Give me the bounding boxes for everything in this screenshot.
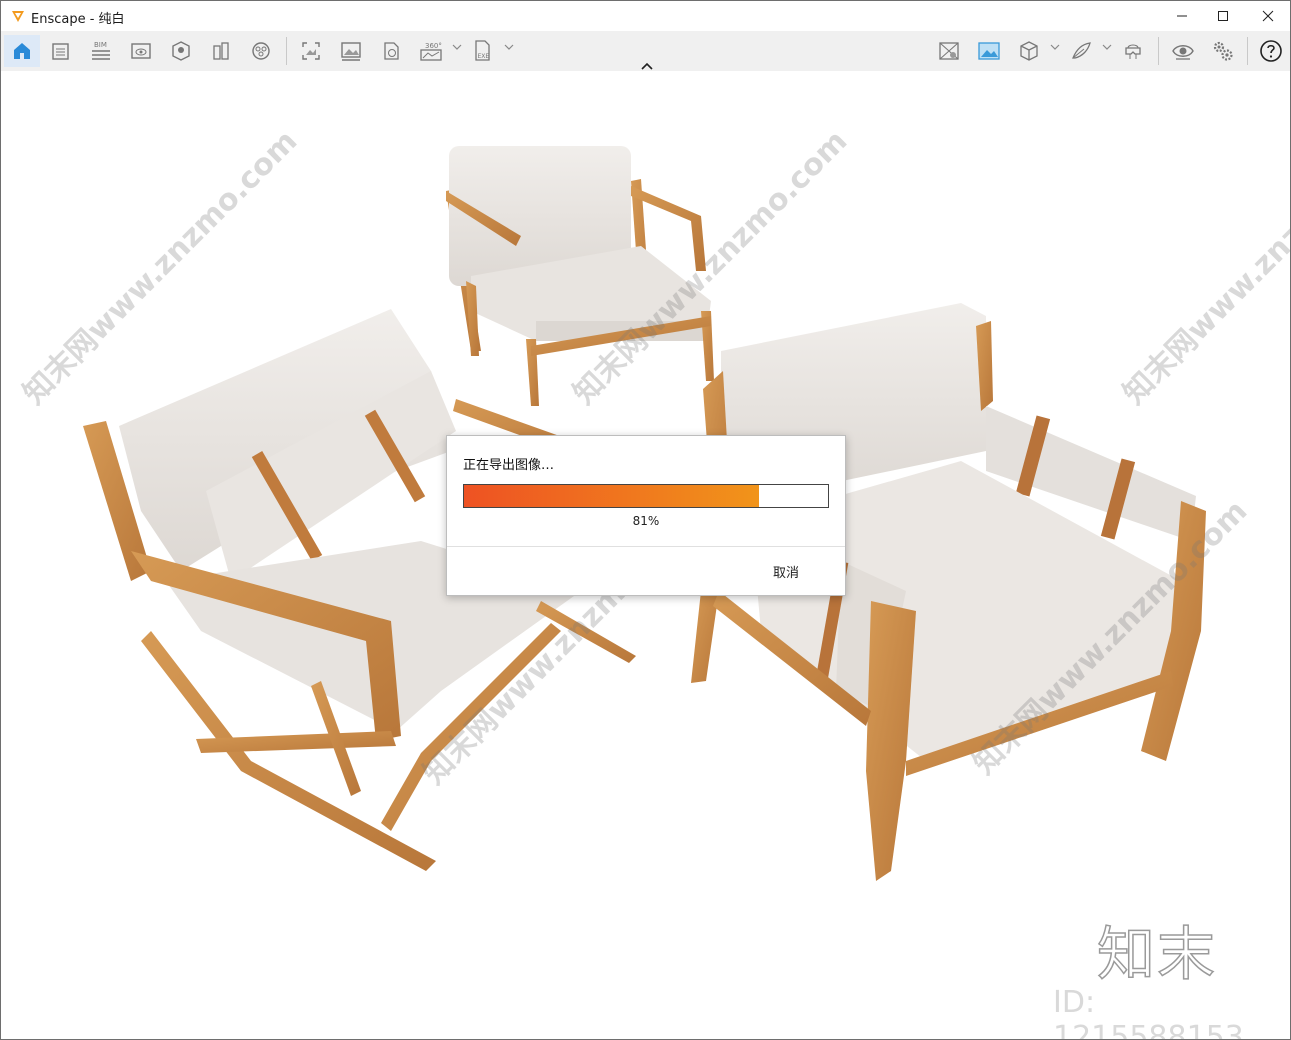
export-progress-bar — [463, 484, 829, 508]
title-bar: Enscape - 纯白 — [1, 1, 1290, 31]
close-icon — [1262, 10, 1274, 22]
feather-icon — [1072, 42, 1091, 59]
export-progress-fill — [464, 485, 759, 507]
exe-export-button[interactable]: EXE — [465, 35, 501, 67]
export-progress-dialog: 正在导出图像… 81% 取消 — [446, 435, 846, 596]
export-progress-percent: 81% — [632, 514, 660, 528]
visibility-button[interactable] — [1165, 35, 1201, 67]
home-icon — [14, 43, 30, 59]
360-panorama-button[interactable]: 360° — [413, 35, 449, 67]
material-editor-button[interactable] — [931, 35, 967, 67]
vr-headset-button[interactable] — [1115, 35, 1151, 67]
minimize-button[interactable] — [1159, 1, 1205, 31]
help-icon — [1260, 40, 1282, 62]
svg-text:BIM: BIM — [94, 41, 107, 49]
image-export-icon — [978, 42, 1000, 60]
help-button[interactable] — [1253, 35, 1289, 67]
screenshot-button[interactable] — [293, 35, 329, 67]
cube-icon — [1020, 41, 1038, 61]
asset-library-icon — [252, 42, 270, 60]
render-image-button[interactable] — [333, 35, 369, 67]
site-context-button[interactable] — [203, 35, 239, 67]
asset-library-button[interactable] — [243, 35, 279, 67]
visual-settings-button[interactable] — [123, 35, 159, 67]
screenshot-icon — [302, 42, 320, 60]
project-notes-button[interactable] — [43, 35, 79, 67]
cancel-button[interactable]: 取消 — [773, 562, 799, 581]
render-image-icon — [341, 42, 361, 61]
watermark-id: ID: 1215588153 — [1053, 985, 1244, 1040]
close-button[interactable] — [1245, 1, 1290, 31]
enscape-window: Enscape - 纯白 BIM 360° EXE 知末网www.znzmo.c… — [0, 0, 1291, 1040]
view-management-icon — [172, 41, 190, 61]
toolbar-separator — [1158, 37, 1159, 65]
360-dropdown-chevron-icon[interactable] — [451, 41, 463, 53]
toolbar-separator — [1247, 37, 1248, 65]
render-mode-button[interactable] — [1063, 35, 1099, 67]
image-export-button[interactable] — [971, 35, 1007, 67]
site-context-icon — [213, 42, 229, 60]
visual-settings-icon — [131, 43, 151, 59]
watermark-brand-logo: 知末 — [1096, 919, 1218, 989]
minimize-icon — [1177, 15, 1187, 17]
object-view-button[interactable] — [1011, 35, 1047, 67]
export-status-message: 正在导出图像… — [463, 458, 555, 473]
panorama-icon — [384, 42, 399, 60]
home-button[interactable] — [4, 35, 40, 67]
bim-info-button[interactable]: BIM — [83, 35, 119, 67]
panorama-button[interactable] — [373, 35, 409, 67]
svg-text:EXE: EXE — [478, 53, 490, 60]
view-management-button[interactable] — [163, 35, 199, 67]
render-mode-dropdown-chevron-icon[interactable] — [1101, 41, 1113, 53]
maximize-icon — [1218, 11, 1228, 21]
object-view-dropdown-chevron-icon[interactable] — [1049, 41, 1061, 53]
bim-info-icon: BIM — [92, 41, 110, 60]
dialog-divider — [447, 546, 845, 547]
settings-button[interactable] — [1205, 35, 1241, 67]
maximize-button[interactable] — [1200, 1, 1246, 31]
360-panorama-icon: 360° — [420, 42, 442, 61]
material-editor-icon — [939, 42, 959, 60]
enscape-logo-icon — [12, 11, 24, 22]
toolbar-separator — [286, 37, 287, 65]
eye-icon — [1172, 45, 1194, 60]
gear-icon — [1213, 41, 1233, 61]
exe-dropdown-chevron-icon[interactable] — [503, 41, 515, 53]
vr-headset-icon — [1125, 44, 1141, 59]
exe-export-icon: EXE — [475, 40, 490, 61]
collapse-toolbar-chevron-icon[interactable] — [640, 61, 654, 71]
project-notes-icon — [52, 43, 69, 60]
svg-text:360°: 360° — [425, 42, 442, 50]
window-title: Enscape - 纯白 — [31, 12, 125, 27]
